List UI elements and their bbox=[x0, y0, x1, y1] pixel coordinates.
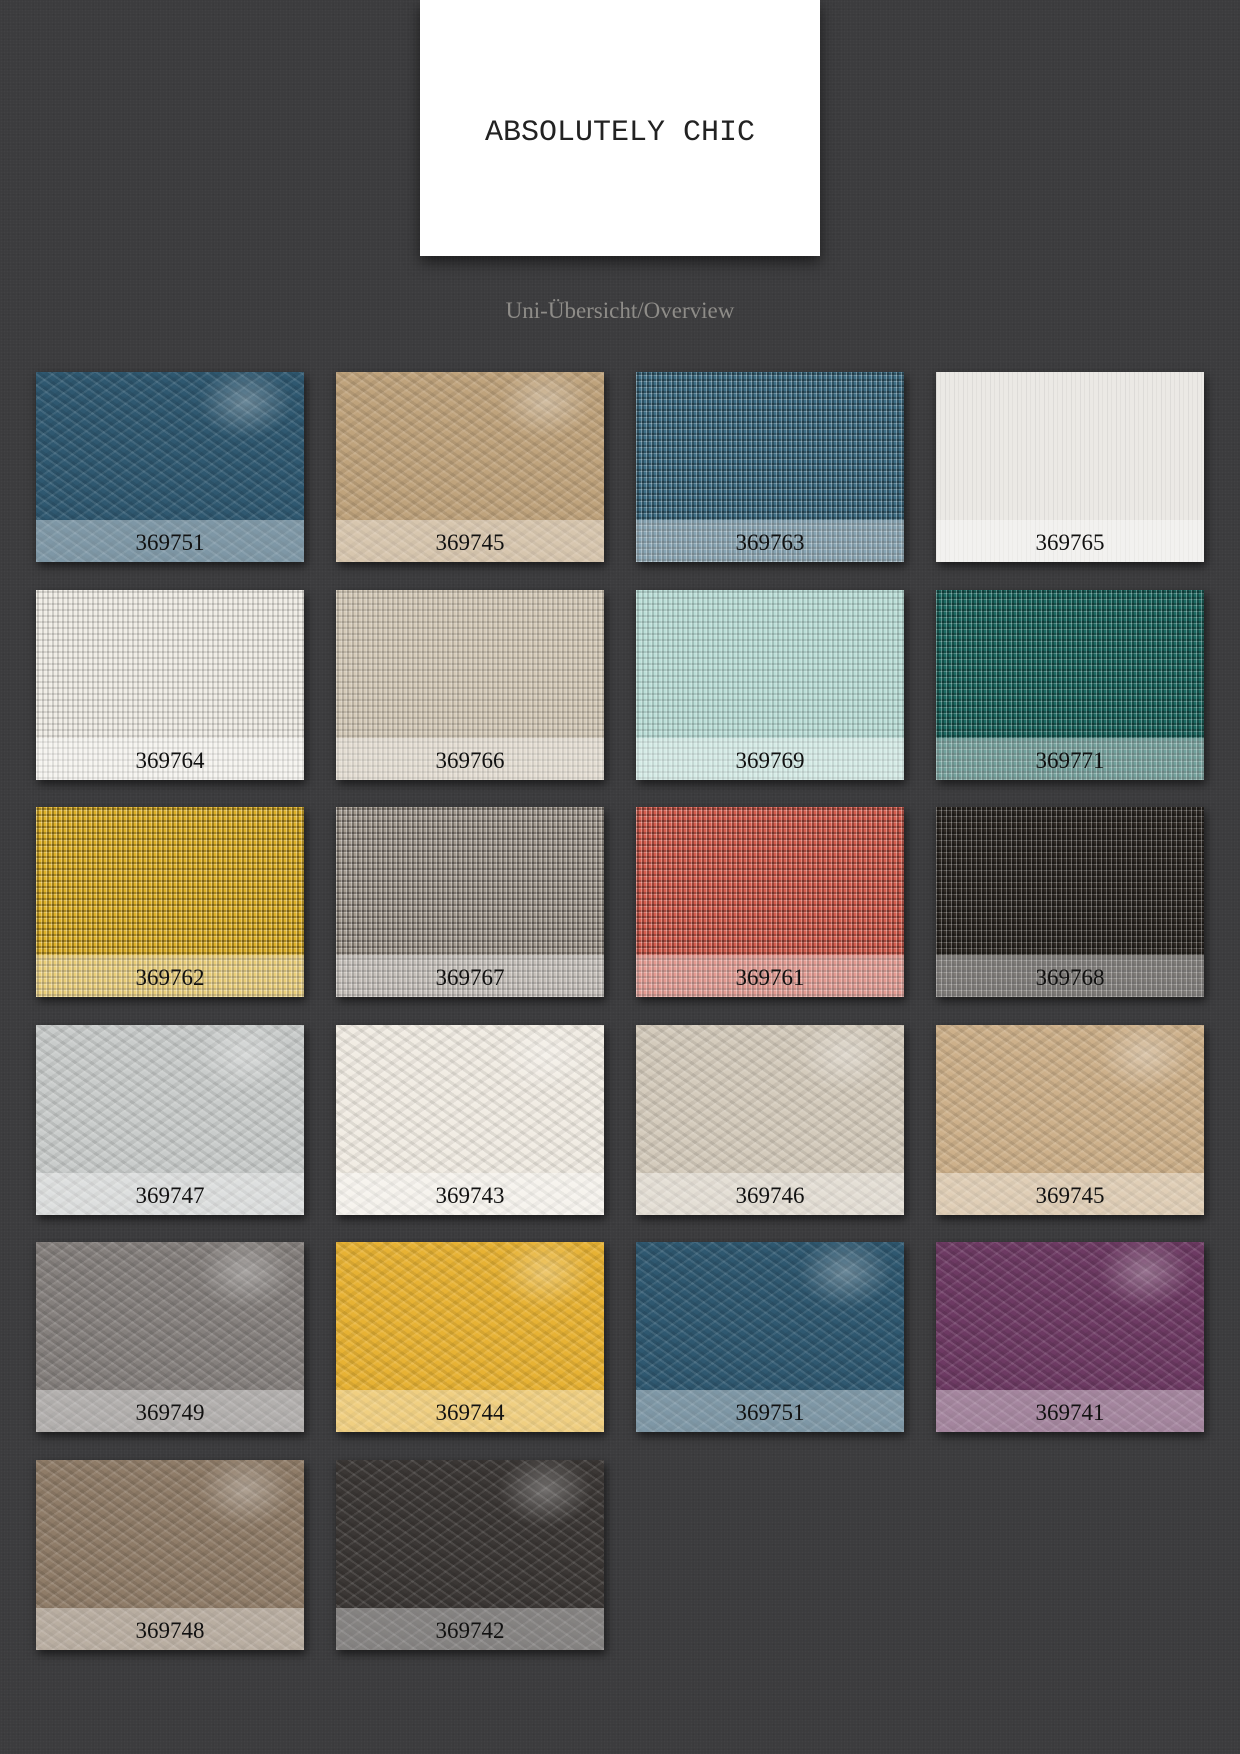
swatch-label-band: 369742 bbox=[336, 1607, 604, 1650]
swatch-code: 369745 bbox=[435, 530, 505, 555]
swatch-label-band: 369763 bbox=[636, 520, 904, 562]
swatch-label-band: 369764 bbox=[36, 737, 304, 780]
swatch-code: 369767 bbox=[435, 965, 505, 990]
swatch-code: 369762 bbox=[135, 965, 205, 990]
swatch-tile[interactable]: 369747 bbox=[36, 1024, 304, 1215]
swatch-label-band: 369751 bbox=[636, 1390, 904, 1432]
swatch-code: 369768 bbox=[1035, 965, 1105, 990]
swatch-code: 369748 bbox=[135, 1617, 205, 1643]
swatch-tile[interactable]: 369769 bbox=[636, 589, 904, 780]
swatch-label-band: 369771 bbox=[936, 737, 1204, 780]
swatch-tile[interactable]: 369771 bbox=[936, 589, 1204, 780]
swatch-tile[interactable]: 369745 bbox=[936, 1024, 1204, 1215]
swatch-tile[interactable]: 369764 bbox=[36, 589, 304, 780]
swatch-code: 369761 bbox=[735, 965, 805, 990]
swatch-tile[interactable]: 369745 bbox=[336, 372, 604, 562]
swatch-tile[interactable]: 369763 bbox=[636, 372, 904, 562]
swatch-label-band: 369765 bbox=[936, 520, 1204, 562]
swatch-tile[interactable]: 369746 bbox=[636, 1024, 904, 1215]
swatch-label-band: 369745 bbox=[936, 1172, 1204, 1215]
swatch-label-band: 369744 bbox=[336, 1390, 604, 1432]
swatch-code: 369766 bbox=[435, 747, 505, 773]
swatch-tile[interactable]: 369765 bbox=[936, 372, 1204, 562]
swatch-label-band: 369762 bbox=[36, 955, 304, 997]
swatch-label-band: 369767 bbox=[336, 955, 604, 997]
swatch-label-band: 369766 bbox=[336, 737, 604, 780]
swatch-tile[interactable]: 369761 bbox=[636, 807, 904, 997]
swatch-grid: 369751 369745 369763 369765 369764 369766 3697… bbox=[36, 372, 1204, 1650]
swatch-label-band: 369768 bbox=[936, 955, 1204, 997]
swatch-code: 369771 bbox=[1035, 747, 1105, 773]
swatch-code: 369747 bbox=[135, 1182, 205, 1208]
swatch-tile[interactable]: 369766 bbox=[336, 589, 604, 780]
swatch-tile[interactable]: 369762 bbox=[36, 807, 304, 997]
swatch-tile[interactable]: 369741 bbox=[936, 1242, 1204, 1432]
swatch-code: 369751 bbox=[735, 1400, 805, 1425]
swatch-code: 369744 bbox=[435, 1400, 505, 1425]
title-card: ABSOLUTELY CHIC bbox=[420, 0, 820, 256]
swatch-code: 369765 bbox=[1035, 530, 1105, 555]
swatch-code: 369749 bbox=[135, 1400, 205, 1425]
swatch-tile[interactable]: 369768 bbox=[936, 807, 1204, 997]
swatch-label-band: 369741 bbox=[936, 1390, 1204, 1432]
swatch-tile[interactable]: 369748 bbox=[36, 1459, 304, 1650]
swatch-code: 369743 bbox=[435, 1182, 505, 1208]
swatch-tile[interactable]: 369744 bbox=[336, 1242, 604, 1432]
swatch-label-band: 369747 bbox=[36, 1172, 304, 1215]
swatch-code: 369769 bbox=[735, 747, 805, 773]
swatch-tile[interactable]: 369751 bbox=[636, 1242, 904, 1432]
swatch-label-band: 369743 bbox=[336, 1172, 604, 1215]
swatch-label-band: 369751 bbox=[36, 520, 304, 562]
swatch-code: 369751 bbox=[135, 530, 205, 555]
swatch-label-band: 369748 bbox=[36, 1607, 304, 1650]
swatch-tile[interactable]: 369743 bbox=[336, 1024, 604, 1215]
swatch-label-band: 369769 bbox=[636, 737, 904, 780]
swatch-code: 369742 bbox=[435, 1617, 505, 1643]
page-title: ABSOLUTELY CHIC bbox=[484, 116, 756, 150]
swatch-label-band: 369761 bbox=[636, 955, 904, 997]
swatch-code: 369764 bbox=[135, 747, 205, 773]
swatch-label-band: 369746 bbox=[636, 1172, 904, 1215]
swatch-tile[interactable]: 369751 bbox=[36, 372, 304, 562]
swatch-label-band: 369745 bbox=[336, 520, 604, 562]
swatch-code: 369746 bbox=[735, 1182, 805, 1208]
swatch-code: 369763 bbox=[735, 530, 805, 555]
swatch-label-band: 369749 bbox=[36, 1390, 304, 1432]
swatch-tile[interactable]: 369767 bbox=[336, 807, 604, 997]
page-subtitle: Uni-Übersicht/Overview bbox=[505, 298, 735, 323]
swatch-code: 369741 bbox=[1035, 1400, 1105, 1425]
swatch-tile[interactable]: 369742 bbox=[336, 1459, 604, 1650]
swatch-code: 369745 bbox=[1035, 1182, 1105, 1208]
swatch-tile[interactable]: 369749 bbox=[36, 1242, 304, 1432]
